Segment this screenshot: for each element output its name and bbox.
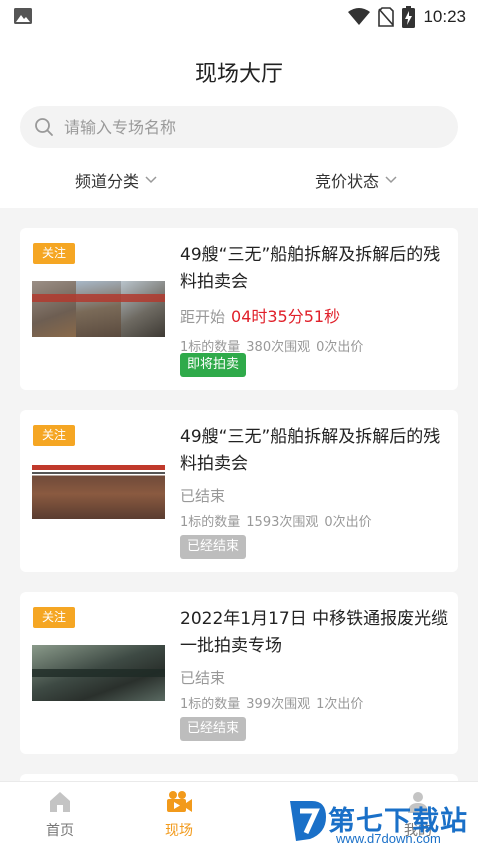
watermark: 第七下载站 www.d7down.com [286,797,478,850]
auction-card[interactable]: 关注 49艘“三无”船舶拆解及拆解后的残料拍卖会 距开始 04时35分51秒 1标… [20,228,458,390]
no-sim-icon [378,7,395,27]
follow-badge[interactable]: 关注 [33,425,75,446]
status-prefix: 已结束 [180,487,226,505]
view-count: 1593次围观 [246,515,319,530]
tab-home-label: 首页 [46,823,74,839]
bid-count: 1次出价 [316,697,364,712]
status-prefix: 已结束 [180,669,226,687]
auction-thumbnail [32,281,165,337]
auction-title: 49艘“三无”船舶拆解及拆解后的残料拍卖会 [180,427,441,474]
follow-badge[interactable]: 关注 [33,607,75,628]
auction-stats: 1标的数量 1593次围观 0次出价 [180,511,378,530]
view-count: 380次围观 [246,340,311,355]
follow-badge[interactable]: 关注 [33,243,75,264]
bid-status-filter-label: 竞价状态 [315,172,380,191]
auction-status: 已结束 [180,667,225,688]
chevron-down-icon [385,176,397,184]
tab-live-label: 现场 [165,823,193,839]
auction-status-tag: 已经结束 [180,535,247,559]
search-box[interactable] [20,106,458,148]
watermark-url: www.d7down.com [336,831,441,846]
lot-count: 1标的数量 [180,697,241,712]
auction-status: 已结束 [180,485,225,506]
auction-status-tag: 即将拍卖 [180,353,247,377]
status-time: 10:23 [423,7,466,26]
d7-logo-icon [290,801,326,841]
auction-title: 2022年1月17日 中移铁通报废光缆一批拍卖专场 [180,609,449,656]
auction-status: 距开始 04时35分51秒 [180,303,340,327]
view-count: 399次围观 [246,697,311,712]
bid-status-filter-dropdown[interactable]: 竞价状态 [315,168,397,192]
chevron-down-icon [145,176,157,184]
auction-stats: 1标的数量 399次围观 1次出价 [180,693,369,712]
auction-title: 49艘“三无”船舶拆解及拆解后的残料拍卖会 [180,245,441,292]
bid-count: 0次出价 [316,340,364,355]
image-notification-icon [14,8,32,24]
header: 现场大厅 频道分类 竞价状态 [0,34,478,208]
lot-count: 1标的数量 [180,515,241,530]
search-input[interactable] [64,117,424,137]
home-icon [50,792,70,812]
page-title: 现场大厅 [194,62,283,87]
tab-live[interactable]: 现场 [139,790,219,840]
channel-filter-dropdown[interactable]: 频道分类 [75,168,157,192]
tab-home[interactable]: 首页 [20,790,100,840]
countdown-timer: 04时35分51秒 [231,307,341,326]
auction-status-tag: 已经结束 [180,717,247,741]
auction-card[interactable]: 关注 2022年1月17日 中移铁通报废光缆一批拍卖专场 已结束 1标的数量 39… [20,592,458,754]
status-bar: 10:23 [0,0,478,34]
video-camera-icon [167,791,192,812]
auction-thumbnail [32,463,165,519]
status-prefix: 距开始 [180,308,226,326]
auction-thumbnail [32,645,165,701]
filter-bar: 频道分类 竞价状态 [0,168,478,196]
bid-count: 0次出价 [324,515,372,530]
wifi-icon [348,8,371,25]
channel-filter-label: 频道分类 [75,172,140,191]
auction-card[interactable]: 关注 49艘“三无”船舶拆解及拆解后的残料拍卖会 已结束 1标的数量 1593次围… [20,410,458,572]
battery-charging-icon [402,6,416,28]
search-icon [35,118,53,136]
